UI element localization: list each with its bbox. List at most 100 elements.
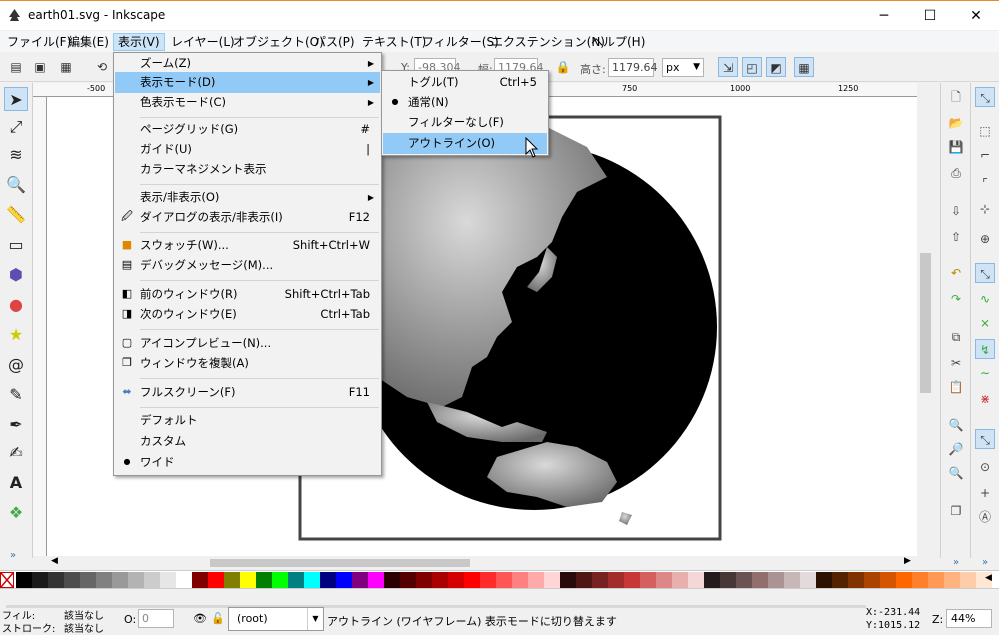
zoom-drawing-icon[interactable]: 🔎 [946,439,966,459]
color-swatch[interactable] [928,572,944,588]
menu-item-default[interactable]: デフォルト [115,410,380,431]
menu-item-wide[interactable]: ● ワイド [115,452,380,473]
color-swatch[interactable] [800,572,816,588]
color-swatch[interactable] [896,572,912,588]
menu-item-toggle-dialogs[interactable]: 🖉 ダイアログの表示/非表示(I) F12 [115,207,380,228]
layer-lock-icon[interactable]: 🔓 [211,612,225,625]
layer-select[interactable]: (root) ▼ [228,607,324,631]
menu-item-display-mode[interactable]: 表示モード(D) ▶ [115,72,380,93]
color-swatch[interactable] [832,572,848,588]
menu-item-fullscreen[interactable]: ⬌ フルスクリーン(F) F11 [115,382,380,403]
color-swatch[interactable] [656,572,672,588]
color-swatch[interactable] [400,572,416,588]
color-swatch[interactable] [16,572,32,588]
cut-icon[interactable]: ✂ [946,353,966,373]
color-swatch[interactable] [624,572,640,588]
color-swatch[interactable] [240,572,256,588]
height-input[interactable]: 1179.64 [608,58,658,77]
color-swatch[interactable] [368,572,384,588]
transform-gradients-icon[interactable]: ◩ [766,57,786,77]
color-swatch[interactable] [560,572,576,588]
color-swatch[interactable] [208,572,224,588]
color-swatch[interactable] [768,572,784,588]
color-swatch[interactable] [512,572,528,588]
color-swatch[interactable] [224,572,240,588]
export-icon[interactable]: ⇧ [946,227,966,247]
color-swatch[interactable] [816,572,832,588]
color-swatch[interactable] [912,572,928,588]
menu-item-color-display-mode[interactable]: 色表示モード(C) ▶ [115,92,380,113]
color-swatch[interactable] [416,572,432,588]
3d-box-tool-icon[interactable]: ⬢ [4,263,28,287]
color-swatch[interactable] [784,572,800,588]
color-swatch[interactable] [432,572,448,588]
menu-item-guides[interactable]: ガイド(U) | [115,139,380,160]
pencil-tool-icon[interactable]: ✎ [4,383,28,407]
color-swatch[interactable] [752,572,768,588]
color-swatch[interactable] [256,572,272,588]
horizontal-scrollbar[interactable]: ◀ ▶ [47,556,917,570]
selector-tool-icon[interactable]: ➤ [4,87,28,111]
color-swatch[interactable] [64,572,80,588]
color-swatch[interactable] [288,572,304,588]
color-swatch[interactable] [960,572,976,588]
palette-scroll-icon[interactable]: ◀ [985,573,992,583]
spray-tool-icon[interactable]: ❖ [4,501,28,525]
snap-bbox-midpoint-icon[interactable]: ⊹ [975,199,995,219]
color-swatch[interactable] [704,572,720,588]
spiral-tool-icon[interactable]: @ [4,353,28,377]
zoom-selection-icon[interactable]: 🔍 [946,415,966,435]
menu-item-zoom[interactable]: ズーム(Z) ▶ [115,53,380,74]
color-swatch[interactable] [336,572,352,588]
menu-item-swatches[interactable]: ■ スウォッチ(W)... Shift+Ctrl+W [115,235,380,256]
color-swatch[interactable] [320,572,336,588]
transform-patterns-icon[interactable]: ▦ [794,57,814,77]
snap-bbox-corner-icon[interactable]: ⌜ [975,173,995,193]
expand-toolbox-icon[interactable]: » [10,550,16,561]
color-swatch[interactable] [736,572,752,588]
color-swatch[interactable] [112,572,128,588]
ellipse-tool-icon[interactable]: ● [4,293,28,317]
vertical-scroll-thumb[interactable] [920,253,931,393]
minimize-button[interactable]: ─ [861,1,907,31]
color-swatch[interactable] [192,572,208,588]
color-swatch[interactable] [304,572,320,588]
maximize-button[interactable]: ☐ [907,1,953,31]
menu-layer[interactable]: レイヤー(L) [167,33,239,51]
submenu-item-toggle[interactable]: トグル(T) Ctrl+5 [383,72,547,93]
scroll-left-icon[interactable]: ◀ [51,556,58,566]
color-swatch[interactable] [272,572,288,588]
color-swatch[interactable] [576,572,592,588]
color-swatch[interactable] [176,572,192,588]
color-swatch[interactable] [480,572,496,588]
select-all-layers-icon[interactable]: ▣ [30,57,50,77]
color-swatch[interactable] [128,572,144,588]
color-swatch[interactable] [672,572,688,588]
rotate-ccw-icon[interactable]: ⟲ [92,57,112,77]
snap-others-icon[interactable]: ⤡ [975,429,995,449]
color-swatch[interactable] [944,572,960,588]
import-icon[interactable]: ⇩ [946,201,966,221]
color-swatch[interactable] [96,572,112,588]
menu-edit[interactable]: 編集(E) [64,33,113,51]
color-swatch[interactable] [608,572,624,588]
snap-intersection-icon[interactable]: ⨯ [975,313,995,333]
measure-tool-icon[interactable]: 📏 [4,203,28,227]
menu-item-duplicate-window[interactable]: ❐ ウィンドウを複製(A) [115,353,380,374]
rectangle-tool-icon[interactable]: ▭ [4,233,28,257]
menu-item-page-grid[interactable]: ページグリッド(G) # [115,119,380,140]
undo-icon[interactable]: ↶ [946,263,966,283]
menu-item-debug-messages[interactable]: ▤ デバッグメッセージ(M)... [115,255,380,276]
color-swatch[interactable] [448,572,464,588]
color-swatch[interactable] [592,572,608,588]
color-swatch[interactable] [864,572,880,588]
snap-nodes-icon[interactable]: ⤡ [975,263,995,283]
no-paint-swatch[interactable] [0,572,14,588]
snap-enable-icon[interactable]: ⤡ [975,87,995,107]
snap-cusp-icon[interactable]: ↯ [975,339,995,359]
save-icon[interactable]: 💾 [946,137,966,157]
color-swatch[interactable] [384,572,400,588]
snap-bbox-center-icon[interactable]: ⊕ [975,229,995,249]
scale-corners-icon[interactable]: ◰ [742,57,762,77]
menu-item-custom[interactable]: カスタム [115,431,380,452]
